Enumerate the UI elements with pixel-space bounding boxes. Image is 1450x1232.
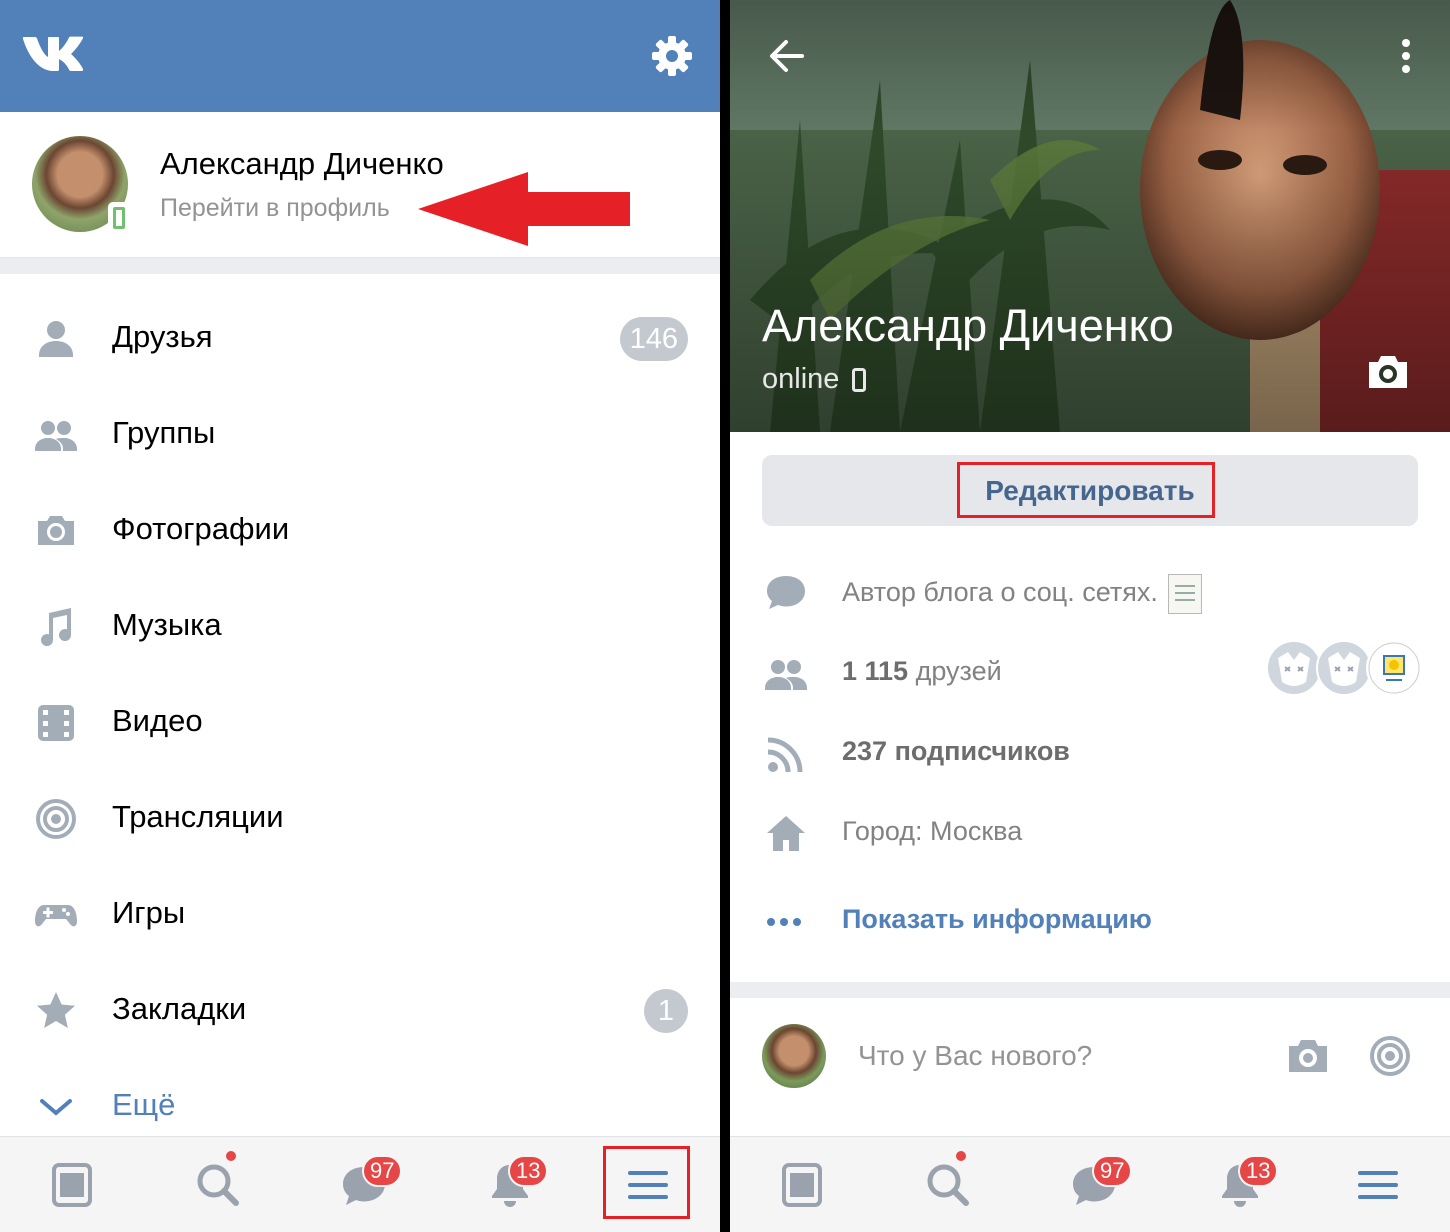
highlight-box-menu — [603, 1146, 690, 1219]
rss-icon — [764, 732, 808, 776]
followers-count: 237 — [842, 736, 888, 766]
followers-text: 237 подписчиков — [842, 736, 1070, 767]
broadcast-icon — [34, 797, 78, 841]
users-icon — [764, 652, 808, 696]
app-header — [0, 0, 720, 112]
go-to-profile-link[interactable]: Перейти в профиль — [160, 194, 390, 223]
menu-item-more[interactable]: Ещё — [0, 1059, 720, 1135]
section-divider — [0, 258, 720, 274]
more-label: Ещё — [112, 1087, 176, 1122]
notifications-badge: 13 — [508, 1155, 549, 1187]
online-status: online — [762, 363, 840, 395]
menu-item-music[interactable]: Музыка — [0, 579, 720, 675]
friend-avatar[interactable] — [1266, 640, 1322, 696]
tab-news[interactable] — [754, 1137, 850, 1232]
bookmarks-count-badge: 1 — [644, 989, 688, 1033]
notepad-emoji-icon — [1167, 574, 1202, 614]
messages-badge: 97 — [1092, 1155, 1133, 1187]
hamburger-menu-icon — [1358, 1171, 1398, 1199]
news-icon — [782, 1163, 822, 1207]
more-options-icon[interactable] — [1394, 36, 1418, 76]
search-icon — [197, 1164, 239, 1206]
home-icon — [764, 812, 808, 856]
gear-icon[interactable] — [650, 34, 694, 78]
camera-icon[interactable] — [1366, 352, 1410, 392]
tab-messages[interactable]: 97 — [1046, 1137, 1142, 1232]
broadcast-icon[interactable] — [1368, 1034, 1412, 1078]
friends-count-badge: 146 — [619, 317, 688, 361]
status-row[interactable]: Автор блога о соц. сетях. — [730, 556, 1450, 626]
menu-item-games[interactable]: Игры — [0, 867, 720, 963]
menu-label: Музыка — [112, 607, 222, 642]
search-icon — [927, 1164, 969, 1206]
red-arrow-annotation — [418, 172, 632, 246]
status-text-value: Автор блога о соц. сетях. — [842, 577, 1158, 608]
friends-word: друзей — [915, 656, 1002, 686]
menu-screen: Александр Диченко Перейти в профиль Друз… — [0, 0, 720, 1232]
avatar[interactable] — [762, 1024, 826, 1088]
notification-dot — [226, 1151, 236, 1161]
profile-name[interactable]: Александр Диченко — [160, 146, 444, 182]
messages-badge: 97 — [362, 1155, 403, 1187]
friends-text: 1 115 друзей — [842, 656, 1002, 687]
menu-label: Друзья — [112, 319, 213, 354]
friends-count: 1 115 — [842, 656, 909, 686]
tab-search[interactable] — [900, 1137, 996, 1232]
followers-row[interactable]: 237 подписчиков — [730, 718, 1450, 788]
back-arrow-icon[interactable] — [766, 36, 806, 76]
chevron-down-icon — [34, 1085, 78, 1129]
video-icon — [34, 701, 78, 745]
menu-item-friends[interactable]: Друзья 146 — [0, 291, 720, 387]
new-post-input[interactable]: Что у Вас нового? — [858, 1040, 1092, 1072]
star-icon — [34, 989, 78, 1033]
section-divider — [730, 982, 1450, 998]
menu-label: Закладки — [112, 991, 247, 1026]
menu-label: Группы — [112, 415, 216, 450]
camera-icon — [34, 509, 78, 553]
tab-notifications[interactable]: 13 — [1192, 1137, 1288, 1232]
tab-menu[interactable] — [1330, 1137, 1426, 1232]
mobile-online-icon — [108, 202, 130, 234]
speech-bubble-icon — [764, 570, 808, 614]
menu-item-groups[interactable]: Группы — [0, 387, 720, 483]
menu-label: Видео — [112, 703, 203, 738]
menu-label: Фотографии — [112, 511, 290, 546]
tab-search[interactable] — [170, 1137, 266, 1232]
vk-logo-icon[interactable] — [22, 34, 88, 74]
ellipsis-icon — [764, 900, 808, 944]
menu-item-broadcasts[interactable]: Трансляции — [0, 771, 720, 867]
tab-notifications[interactable]: 13 — [462, 1137, 558, 1232]
city-text: Город: Москва — [842, 816, 1023, 846]
show-info-link[interactable]: Показать информацию — [842, 904, 1152, 935]
mobile-icon — [852, 368, 866, 392]
music-note-icon — [34, 605, 78, 649]
camera-icon[interactable] — [1286, 1034, 1330, 1078]
menu-label: Игры — [112, 895, 186, 930]
show-info-row[interactable]: Показать информацию — [730, 886, 1450, 956]
profile-name: Александр Диченко — [762, 300, 1174, 351]
news-icon — [52, 1163, 92, 1207]
profile-screen: Александр Диченко online Редактировать А… — [730, 0, 1450, 1232]
tab-news[interactable] — [24, 1137, 120, 1232]
tab-messages[interactable]: 97 — [316, 1137, 412, 1232]
followers-word: подписчиков — [894, 736, 1070, 766]
users-icon — [34, 413, 78, 457]
menu-item-video[interactable]: Видео — [0, 675, 720, 771]
status-text: Автор блога о соц. сетях. — [842, 574, 1202, 614]
menu-item-bookmarks[interactable]: Закладки 1 — [0, 963, 720, 1059]
highlight-box-edit — [957, 462, 1215, 518]
gamepad-icon — [34, 893, 78, 937]
menu-label: Трансляции — [112, 799, 284, 834]
friend-avatar[interactable] — [1316, 640, 1372, 696]
menu-item-photos[interactable]: Фотографии — [0, 483, 720, 579]
city-row: Город: Москва — [730, 798, 1450, 868]
group-avatar[interactable] — [1366, 640, 1422, 696]
user-icon — [34, 317, 78, 361]
notifications-badge: 13 — [1238, 1155, 1279, 1187]
bottom-tabbar: 97 13 — [730, 1136, 1450, 1232]
notification-dot — [956, 1151, 966, 1161]
